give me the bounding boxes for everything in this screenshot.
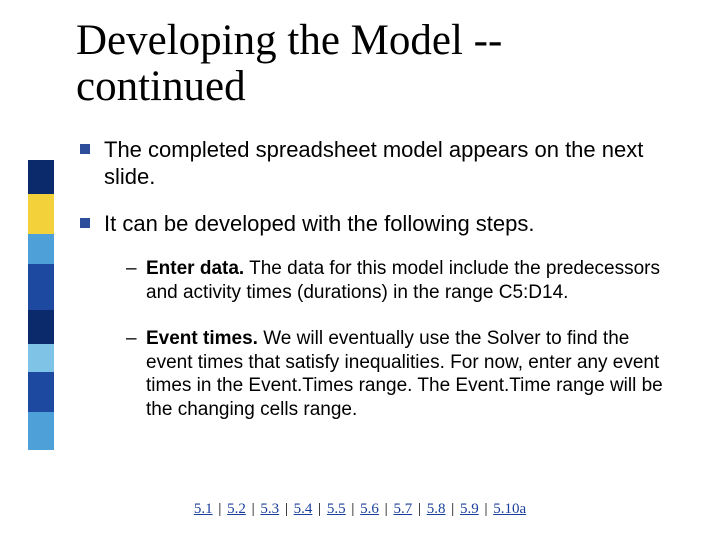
square-bullet-icon	[80, 218, 90, 228]
nav-link[interactable]: 5.6	[360, 501, 379, 517]
nav-link[interactable]: 5.5	[327, 501, 346, 517]
bullet-item: The completed spreadsheet model appears …	[76, 137, 680, 191]
bullet-text: The completed spreadsheet model appears …	[104, 137, 680, 191]
sub-bullet-text: Enter data. The data for this model incl…	[146, 257, 680, 305]
deco-block	[28, 234, 54, 264]
slide-content: Developing the Model -- continued The co…	[76, 18, 680, 444]
nav-separator: |	[215, 501, 226, 517]
deco-block	[28, 264, 54, 310]
sub-bullet-list: – Enter data. The data for this model in…	[126, 257, 680, 422]
nav-separator: |	[348, 501, 359, 517]
deco-block	[28, 194, 54, 234]
nav-link[interactable]: 5.8	[427, 501, 446, 517]
sub-bullet-item: – Event times. We will eventually use th…	[126, 327, 680, 422]
slide: Developing the Model -- continued The co…	[0, 0, 720, 540]
square-bullet-icon	[80, 144, 90, 154]
sub-bullet-lead: Enter data.	[146, 258, 244, 279]
nav-separator: |	[481, 501, 492, 517]
footer-nav: 5.1 | 5.2 | 5.3 | 5.4 | 5.5 | 5.6 | 5.7 …	[0, 501, 720, 518]
deco-block	[28, 344, 54, 372]
side-decoration	[28, 160, 54, 450]
sub-bullet-text: Event times. We will eventually use the …	[146, 327, 680, 422]
nav-link[interactable]: 5.4	[294, 501, 313, 517]
deco-block	[28, 310, 54, 344]
nav-link[interactable]: 5.9	[460, 501, 479, 517]
deco-block	[28, 412, 54, 450]
bullet-text: It can be developed with the following s…	[104, 211, 535, 238]
sub-bullet-item: – Enter data. The data for this model in…	[126, 257, 680, 305]
slide-title: Developing the Model -- continued	[76, 18, 680, 111]
nav-separator: |	[314, 501, 325, 517]
dash-bullet-icon: –	[126, 327, 138, 351]
nav-separator: |	[414, 501, 425, 517]
deco-block	[28, 160, 54, 194]
nav-link[interactable]: 5.3	[260, 501, 279, 517]
nav-separator: |	[281, 501, 292, 517]
nav-separator: |	[447, 501, 458, 517]
nav-link[interactable]: 5.7	[393, 501, 412, 517]
sub-bullet-lead: Event times.	[146, 328, 258, 349]
nav-link[interactable]: 5.10a	[493, 501, 526, 517]
dash-bullet-icon: –	[126, 257, 138, 281]
nav-separator: |	[381, 501, 392, 517]
nav-link[interactable]: 5.2	[227, 501, 246, 517]
nav-separator: |	[248, 501, 259, 517]
nav-link[interactable]: 5.1	[194, 501, 213, 517]
bullet-item: It can be developed with the following s…	[76, 211, 680, 238]
deco-block	[28, 372, 54, 412]
